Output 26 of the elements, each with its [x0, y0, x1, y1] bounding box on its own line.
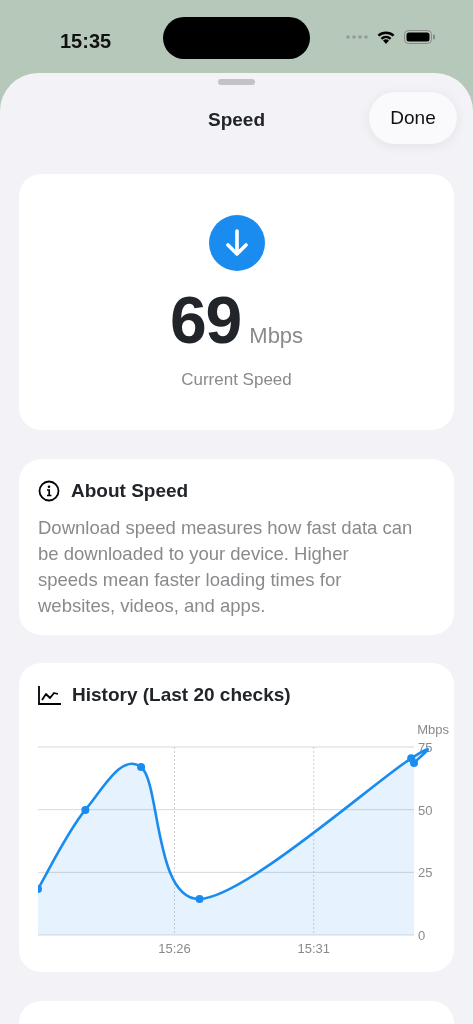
- signal-icon: [346, 34, 368, 39]
- sheet-title: Speed: [208, 108, 265, 132]
- speed-unit: Mbps: [249, 322, 304, 350]
- sheet-grabber[interactable]: [218, 79, 255, 85]
- info-icon: [38, 480, 60, 503]
- battery-icon: [404, 29, 435, 44]
- y-tick-label: 25: [418, 864, 433, 880]
- status-time: 15:35: [60, 29, 112, 54]
- point: [195, 894, 204, 903]
- y-tick-label: 50: [418, 802, 433, 818]
- point: [410, 758, 418, 767]
- y-tick-label: 0: [418, 927, 426, 943]
- line-chart-icon: [38, 685, 61, 705]
- y-axis-label: Mbps: [417, 721, 449, 737]
- about-description: Download speed measures how fast data can be downloaded to your device. Higher speeds mean faster loading times for websites, videos, and apps.: [38, 515, 414, 618]
- wifi-icon: [376, 29, 396, 44]
- point: [137, 762, 146, 771]
- history-title: History (Last 20 checks): [72, 683, 291, 707]
- y-tick-label: 75: [418, 739, 433, 755]
- about-title: About Speed: [71, 479, 189, 503]
- speed-value: 69: [169, 287, 242, 353]
- done-button[interactable]: Done: [369, 92, 457, 144]
- x-tick-label: 15:31: [297, 940, 330, 956]
- x-tick-label: 15:26: [158, 940, 191, 956]
- speed-caption: Current Speed: [181, 369, 292, 391]
- point: [81, 805, 90, 814]
